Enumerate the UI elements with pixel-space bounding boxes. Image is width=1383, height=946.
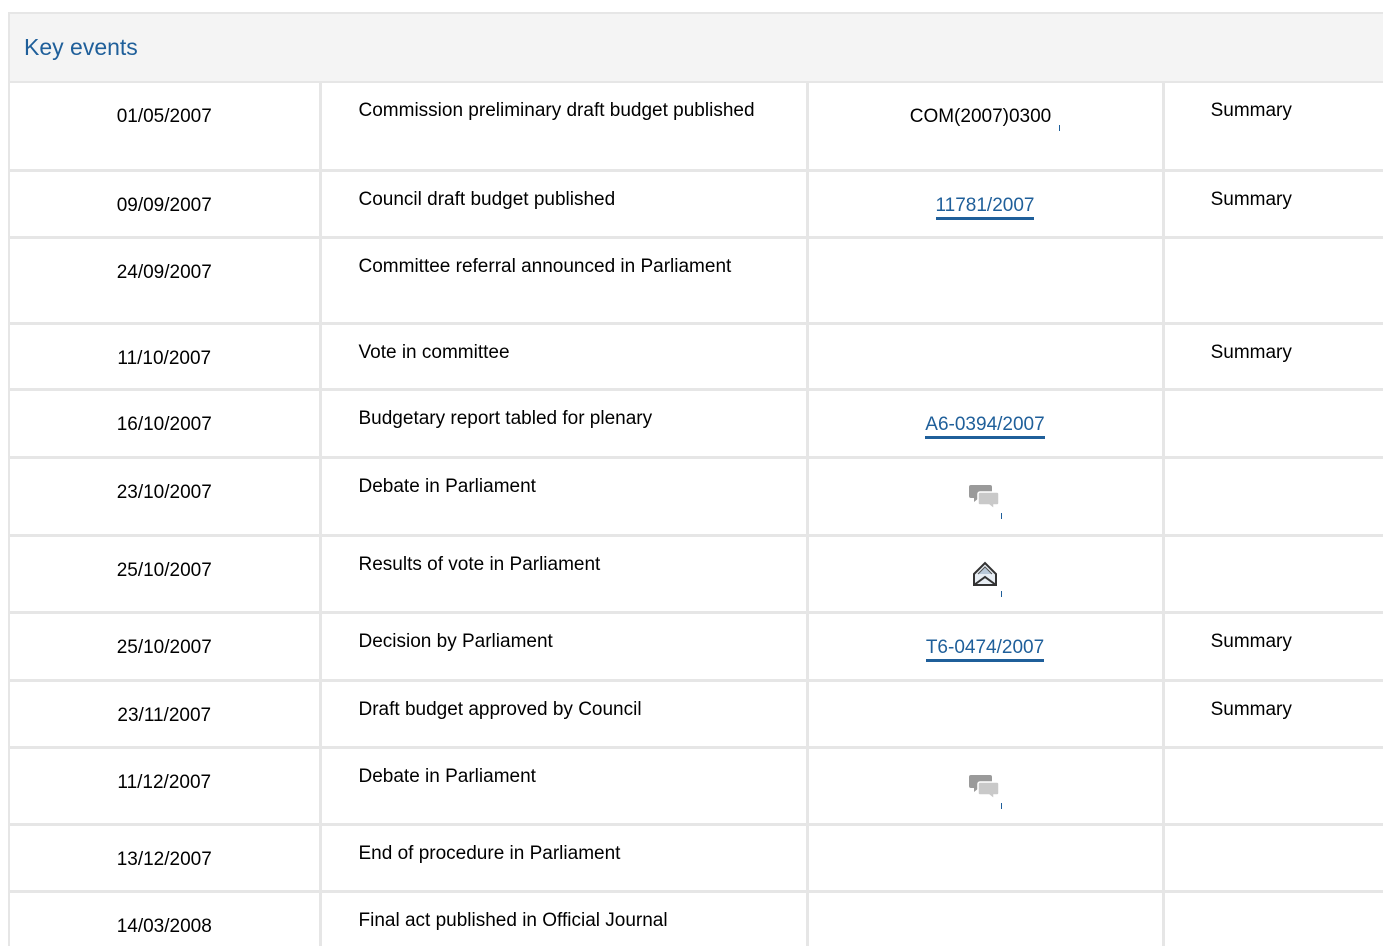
panel-header: Key events xyxy=(10,14,1383,83)
reference-link-marker[interactable] xyxy=(1059,125,1061,131)
reference-text: COM(2007)0300 xyxy=(909,106,1052,127)
event-reference-cell: A6-0394/2007 xyxy=(807,389,1165,459)
reference-link[interactable]: T6-0474/2007 xyxy=(925,636,1045,662)
table-row: 25/10/2007 Results of vote in Parliament xyxy=(10,535,1383,614)
summary-cell xyxy=(1163,891,1383,946)
summary-cell: Summary xyxy=(1163,170,1383,239)
summary-cell: Summary xyxy=(1163,680,1383,749)
debate-icon[interactable] xyxy=(968,769,1002,809)
summary-cell xyxy=(1163,457,1383,537)
summary-cell: Summary xyxy=(1163,612,1383,682)
event-date: 23/10/2007 xyxy=(10,457,322,537)
summary-cell: Summary xyxy=(1163,323,1383,391)
table-row: 25/10/2007 Decision by Parliament T6-0474/… xyxy=(10,612,1383,682)
event-date: 09/09/2007 xyxy=(10,170,322,239)
event-date: 23/11/2007 xyxy=(10,680,322,749)
summary-link[interactable]: Summary xyxy=(1211,189,1292,210)
event-date: 25/10/2007 xyxy=(10,612,322,682)
table-row: 23/11/2007 Draft budget approved by Counc… xyxy=(10,680,1383,749)
summary-cell xyxy=(1163,747,1383,826)
event-date: 13/12/2007 xyxy=(10,824,322,893)
event-description: End of procedure in Parliament xyxy=(320,824,809,893)
summary-cell xyxy=(1163,535,1383,614)
table-row: 01/05/2007 Commission preliminary draft b… xyxy=(10,83,1383,172)
key-events-table-body: 01/05/2007 Commission preliminary draft b… xyxy=(10,83,1383,946)
summary-cell: Summary xyxy=(1163,83,1383,172)
event-reference-cell xyxy=(807,680,1165,749)
event-description: Commission preliminary draft budget publ… xyxy=(320,83,809,172)
summary-cell xyxy=(1163,824,1383,893)
event-date: 24/09/2007 xyxy=(10,237,322,325)
event-description: Debate in Parliament xyxy=(320,457,809,537)
event-description: Draft budget approved by Council xyxy=(320,680,809,749)
table-row: 09/09/2007 Council draft budget published… xyxy=(10,170,1383,239)
event-date: 25/10/2007 xyxy=(10,535,322,614)
event-date: 11/12/2007 xyxy=(10,747,322,826)
icon-link-marker xyxy=(1001,512,1002,519)
table-row: 13/12/2007 End of procedure in Parliament xyxy=(10,824,1383,893)
summary-link[interactable]: Summary xyxy=(1211,342,1292,363)
key-events-table: 01/05/2007 Commission preliminary draft b… xyxy=(10,83,1383,946)
panel-title: Key events xyxy=(24,34,138,60)
reference-link[interactable]: 11781/2007 xyxy=(935,194,1035,220)
event-reference-cell xyxy=(807,535,1165,614)
event-date: 16/10/2007 xyxy=(10,389,322,459)
table-row: 16/10/2007 Budgetary report tabled for pl… xyxy=(10,389,1383,459)
summary-link[interactable]: Summary xyxy=(1211,631,1292,652)
event-reference-cell: COM(2007)0300 xyxy=(807,83,1165,172)
summary-link[interactable]: Summary xyxy=(1211,100,1292,121)
summary-cell xyxy=(1163,237,1383,325)
event-reference-cell xyxy=(807,824,1165,893)
event-reference-cell xyxy=(807,237,1165,325)
icon-link-marker xyxy=(1001,590,1002,597)
event-reference-cell: T6-0474/2007 xyxy=(807,612,1165,682)
table-row: 24/09/2007 Committee referral announced i… xyxy=(10,237,1383,325)
event-date: 11/10/2007 xyxy=(10,323,322,391)
event-date: 14/03/2008 xyxy=(10,891,322,946)
event-description: Results of vote in Parliament xyxy=(320,535,809,614)
summary-cell xyxy=(1163,389,1383,459)
event-description: Final act published in Official Journal xyxy=(320,891,809,946)
event-reference-cell xyxy=(807,747,1165,826)
vote-results-icon[interactable] xyxy=(968,557,1002,597)
event-reference-cell xyxy=(807,457,1165,537)
event-reference-cell: 11781/2007 xyxy=(807,170,1165,239)
table-row: 23/10/2007 Debate in Parliament xyxy=(10,457,1383,537)
summary-link[interactable]: Summary xyxy=(1211,699,1292,720)
event-description: Decision by Parliament xyxy=(320,612,809,682)
event-description: Debate in Parliament xyxy=(320,747,809,826)
table-row: 14/03/2008 Final act published in Officia… xyxy=(10,891,1383,946)
table-row: 11/10/2007 Vote in committee Summary xyxy=(10,323,1383,391)
icon-link-marker xyxy=(1001,802,1002,809)
event-description: Council draft budget published xyxy=(320,170,809,239)
event-description: Committee referral announced in Parliame… xyxy=(320,237,809,325)
reference-link[interactable]: A6-0394/2007 xyxy=(925,413,1045,439)
event-reference-cell xyxy=(807,891,1165,946)
table-row: 11/12/2007 Debate in Parliament xyxy=(10,747,1383,826)
debate-icon[interactable] xyxy=(968,479,1002,519)
event-date: 01/05/2007 xyxy=(10,83,322,172)
key-events-panel: Key events 01/05/2007 Commission prelimin… xyxy=(8,12,1383,946)
event-description: Vote in committee xyxy=(320,323,809,391)
event-reference-cell xyxy=(807,323,1165,391)
event-description: Budgetary report tabled for plenary xyxy=(320,389,809,459)
